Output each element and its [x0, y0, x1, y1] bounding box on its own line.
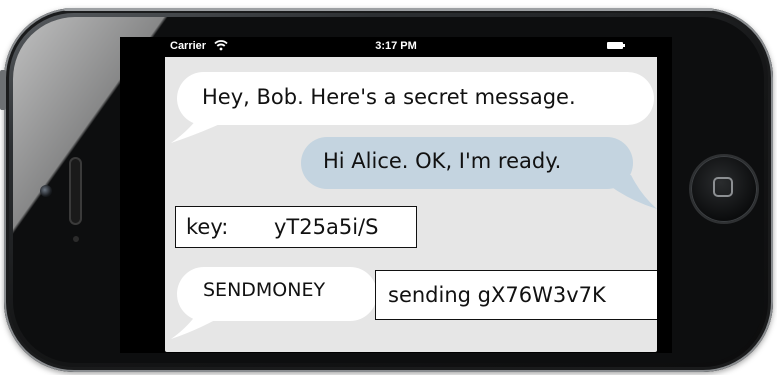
front-camera	[40, 185, 52, 197]
phone-top-edge	[64, 8, 713, 11]
bob-message-bubble: Hi Alice. OK, I'm ready.	[301, 137, 633, 189]
ciphertext-text: sending gX76W3v7K	[388, 283, 606, 307]
plaintext-message-text: SENDMONEY	[203, 279, 326, 301]
phone-screen: Carrier 3:17 PM Hey, Bob. Here's a secre…	[120, 37, 672, 353]
alice-message-bubble: Hey, Bob. Here's a secret message.	[177, 72, 654, 125]
key-value: yT25a5i/S	[274, 215, 379, 239]
key-label: key:	[186, 215, 229, 239]
bob-message-text: Hi Alice. OK, I'm ready.	[323, 149, 562, 173]
key-box: key: yT25a5i/S	[175, 206, 417, 248]
home-button-icon	[713, 177, 733, 197]
alice-message-text: Hey, Bob. Here's a secret message.	[202, 85, 576, 109]
plaintext-message-bubble: SENDMONEY	[177, 267, 377, 321]
status-bar: Carrier 3:17 PM	[120, 37, 672, 57]
status-time: 3:17 PM	[375, 40, 417, 52]
battery-icon	[607, 42, 625, 49]
chat-view: Hey, Bob. Here's a secret message. Hi Al…	[165, 57, 657, 352]
sensor-dot	[73, 236, 79, 242]
home-button[interactable]	[691, 156, 757, 222]
earpiece-speaker	[69, 157, 82, 225]
side-button	[0, 70, 6, 110]
ciphertext-box: sending gX76W3v7K	[375, 270, 657, 320]
